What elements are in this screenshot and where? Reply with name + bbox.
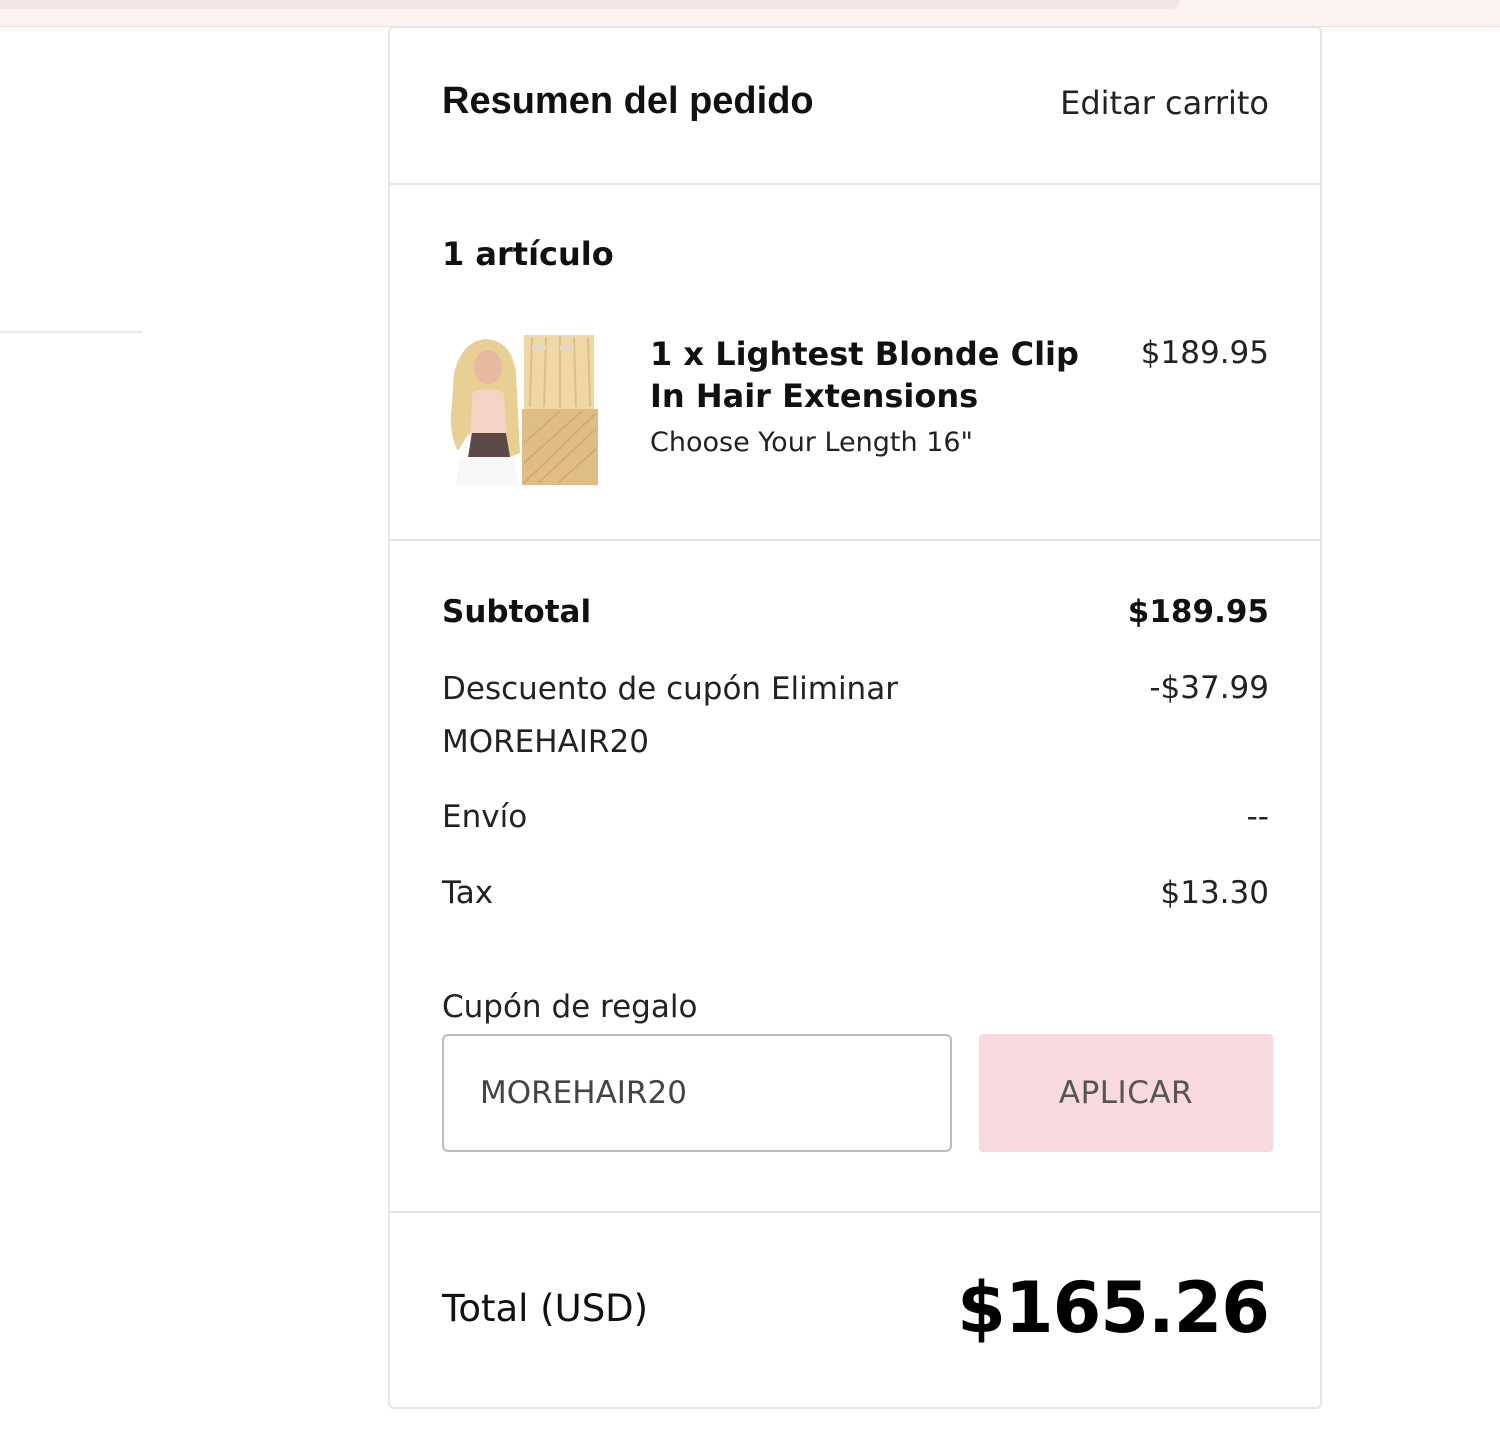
coupon-discount-label: Descuento de cupón [442, 671, 762, 707]
apply-coupon-button[interactable]: APLICAR [979, 1034, 1273, 1152]
order-summary-card: Resumen del pedido Editar carrito 1 artí… [388, 26, 1322, 1409]
total-label: Total (USD) [442, 1287, 649, 1330]
summary-title: Resumen del pedido [442, 80, 814, 122]
item-variant: Choose Your Length 16" [650, 427, 973, 458]
summary-header: Resumen del pedido Editar carrito [390, 28, 1320, 185]
coupon-discount-value: -$37.99 [1149, 670, 1269, 706]
gift-coupon-input[interactable] [442, 1034, 952, 1152]
edit-cart-link[interactable]: Editar carrito [1060, 84, 1269, 122]
shipping-label: Envío [442, 799, 528, 835]
tax-label: Tax [442, 875, 494, 911]
subtotal-value: $189.95 [1127, 594, 1269, 630]
coupon-code: MOREHAIR20 [442, 724, 649, 760]
item-price: $189.95 [1140, 335, 1269, 371]
items-section: 1 artículo 1 x Lightest Blonde Clip In H… [390, 183, 1320, 541]
left-divider [0, 331, 143, 333]
coupon-discount: Descuento de cupón Eliminar MOREHAIR20 [442, 663, 962, 769]
items-count: 1 artículo [442, 235, 614, 273]
total-value: $165.26 [957, 1267, 1270, 1349]
top-bar [0, 0, 1180, 9]
grand-total-section: Total (USD) $165.26 [390, 1211, 1320, 1409]
product-thumbnail[interactable] [442, 333, 598, 485]
item-name: 1 x Lightest Blonde Clip In Hair Extensi… [650, 335, 1079, 415]
gift-coupon-label: Cupón de regalo [442, 989, 698, 1025]
totals-section: Subtotal $189.95 Descuento de cupón Elim… [390, 539, 1320, 1213]
tax-value: $13.30 [1160, 875, 1269, 911]
coupon-remove-link[interactable]: Eliminar [771, 671, 898, 707]
subtotal-label: Subtotal [442, 594, 592, 630]
shipping-value: -- [1246, 799, 1269, 835]
product-image-icon [442, 333, 598, 485]
